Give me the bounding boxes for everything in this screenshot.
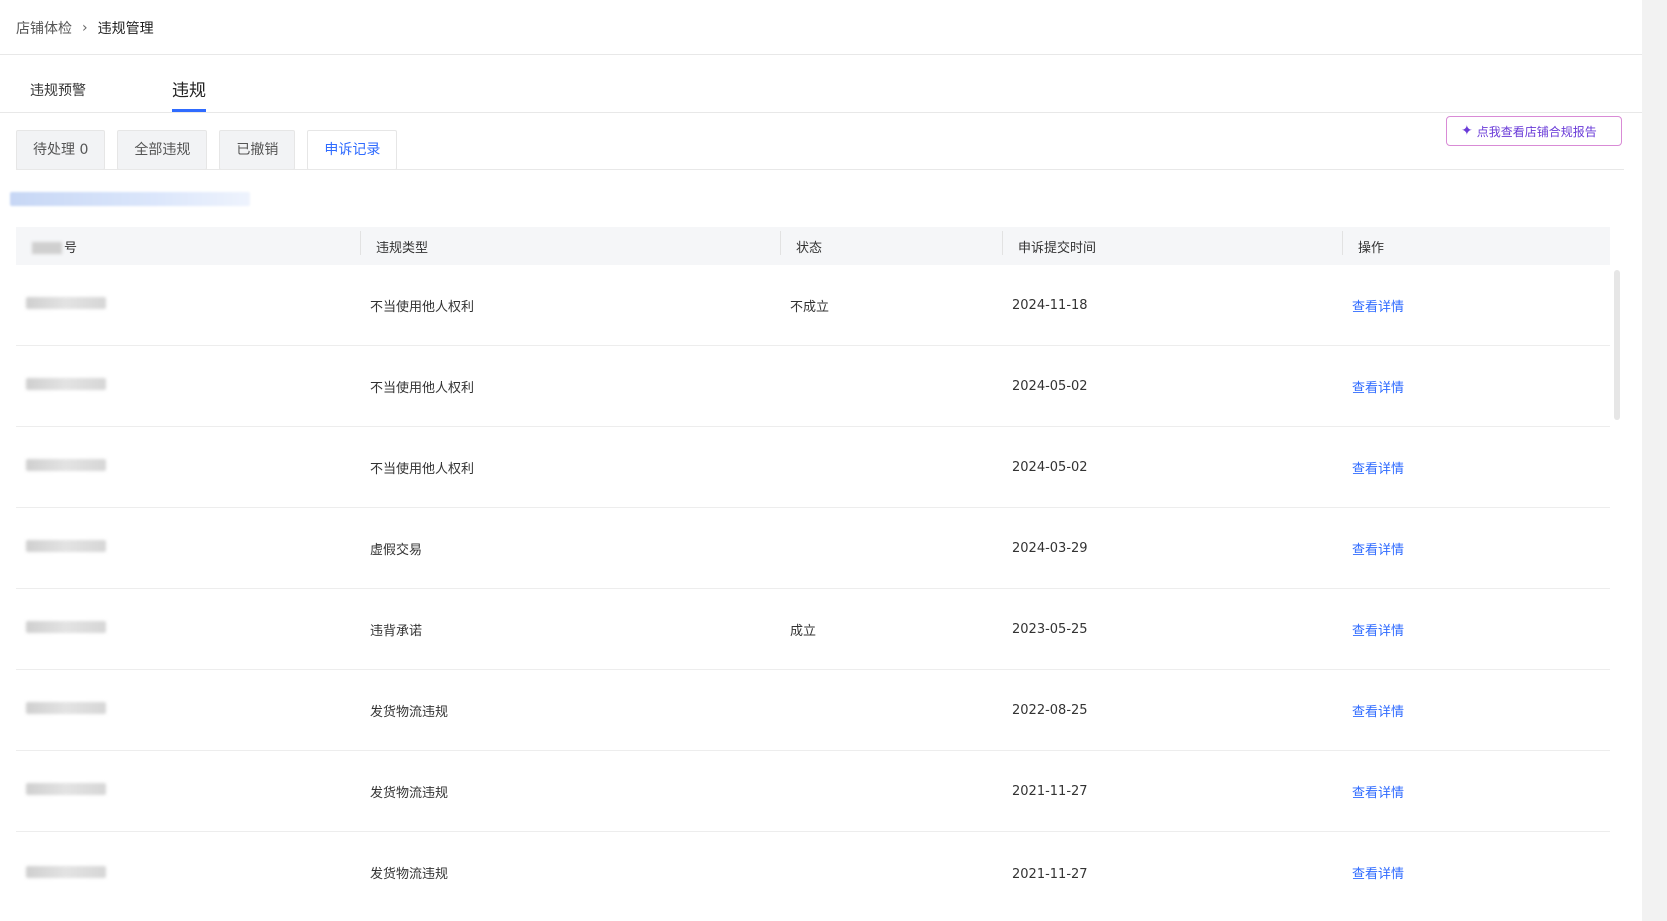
violation-type: 不当使用他人权利 [370,461,475,477]
violation-type: 发货物流违规 [370,704,449,720]
view-details-link[interactable]: 查看详情 [1352,867,1404,882]
page: 店铺体检 › 违规管理 违规预警 违规 待处理 0 全部违规 已撤销 申诉记录 … [0,0,1642,921]
submit-date: 2024-05-02 [1012,459,1088,475]
header-violation-type: 违规类型 [360,230,780,256]
subtab-revoked[interactable]: 已撤销 [219,130,296,170]
appeal-table: 号 违规类型 状态 申诉提交时间 操作 不当使用他人权利 不成立 2024-11… [16,227,1610,882]
table-row: 不当使用他人权利 不成立 2024-11-18 查看详情 [16,265,1610,346]
table-header: 号 违规类型 状态 申诉提交时间 操作 [16,227,1610,265]
violation-type: 不当使用他人权利 [370,380,475,396]
submit-date: 2024-03-29 [1012,540,1088,556]
table-row: 违背承诺 成立 2023-05-25 查看详情 [16,589,1610,670]
violation-type: 不当使用他人权利 [370,299,475,315]
record-id [16,459,360,475]
tab-violation[interactable]: 违规 [172,80,206,112]
chevron-right-icon: › [82,20,88,36]
violation-type: 违背承诺 [370,623,423,639]
redacted-text [32,242,62,254]
header-status: 状态 [780,230,1002,256]
record-id [16,621,360,637]
sparkle-icon: ✦ [1461,123,1473,139]
violation-type: 发货物流违规 [370,867,449,882]
subtab-pending[interactable]: 待处理 0 [16,130,106,170]
violation-type: 发货物流违规 [370,785,449,801]
breadcrumb: 店铺体检 › 违规管理 [16,18,154,38]
violation-type: 虚假交易 [370,542,423,558]
header-action: 操作 [1342,230,1610,256]
table-row: 发货物流违规 2021-11-27 查看详情 [16,832,1610,882]
subtab-appeal-records[interactable]: 申诉记录 [307,130,398,170]
divider [0,54,1642,55]
view-details-link[interactable]: 查看详情 [1352,300,1404,315]
record-id [16,297,360,313]
divider [0,112,1642,113]
view-details-link[interactable]: 查看详情 [1352,705,1404,720]
redacted-notice [10,192,250,206]
breadcrumb-current: 违规管理 [97,21,154,37]
sub-tabs: 待处理 0 全部违规 已撤销 申诉记录 [16,130,398,170]
view-details-link[interactable]: 查看详情 [1352,624,1404,639]
view-details-link[interactable]: 查看详情 [1352,786,1404,801]
table-row: 不当使用他人权利 2024-05-02 查看详情 [16,346,1610,427]
record-id [16,866,360,882]
main-tabs: 违规预警 违规 [30,80,292,112]
table-row: 发货物流违规 2022-08-25 查看详情 [16,670,1610,751]
window-edge [1642,0,1667,921]
compliance-report-label: 点我查看店铺合规报告 [1476,124,1597,139]
view-details-link[interactable]: 查看详情 [1352,462,1404,477]
record-id [16,783,360,799]
submit-date: 2021-11-27 [1012,783,1088,799]
submit-date: 2023-05-25 [1012,621,1088,637]
submit-date: 2021-11-27 [1012,867,1088,882]
view-details-link[interactable]: 查看详情 [1352,381,1404,396]
record-id [16,540,360,556]
header-id: 号 [16,237,360,256]
submit-date: 2022-08-25 [1012,702,1088,718]
scrollbar[interactable] [1614,270,1620,420]
breadcrumb-home[interactable]: 店铺体检 [16,18,72,38]
record-id [16,702,360,718]
table-row: 发货物流违规 2021-11-27 查看详情 [16,751,1610,832]
compliance-report-button[interactable]: ✦ 点我查看店铺合规报告 [1446,116,1622,146]
appeal-status: 成立 [790,623,817,639]
table-row: 虚假交易 2024-03-29 查看详情 [16,508,1610,589]
divider [16,169,1624,170]
submit-date: 2024-11-18 [1012,297,1088,313]
record-id [16,378,360,394]
table-row: 不当使用他人权利 2024-05-02 查看详情 [16,427,1610,508]
header-submit-time: 申诉提交时间 [1002,230,1342,256]
view-details-link[interactable]: 查看详情 [1352,543,1404,558]
tab-violation-warning[interactable]: 违规预警 [30,80,86,112]
submit-date: 2024-05-02 [1012,378,1088,394]
subtab-all-violations[interactable]: 全部违规 [117,130,208,170]
appeal-status: 不成立 [790,299,830,315]
